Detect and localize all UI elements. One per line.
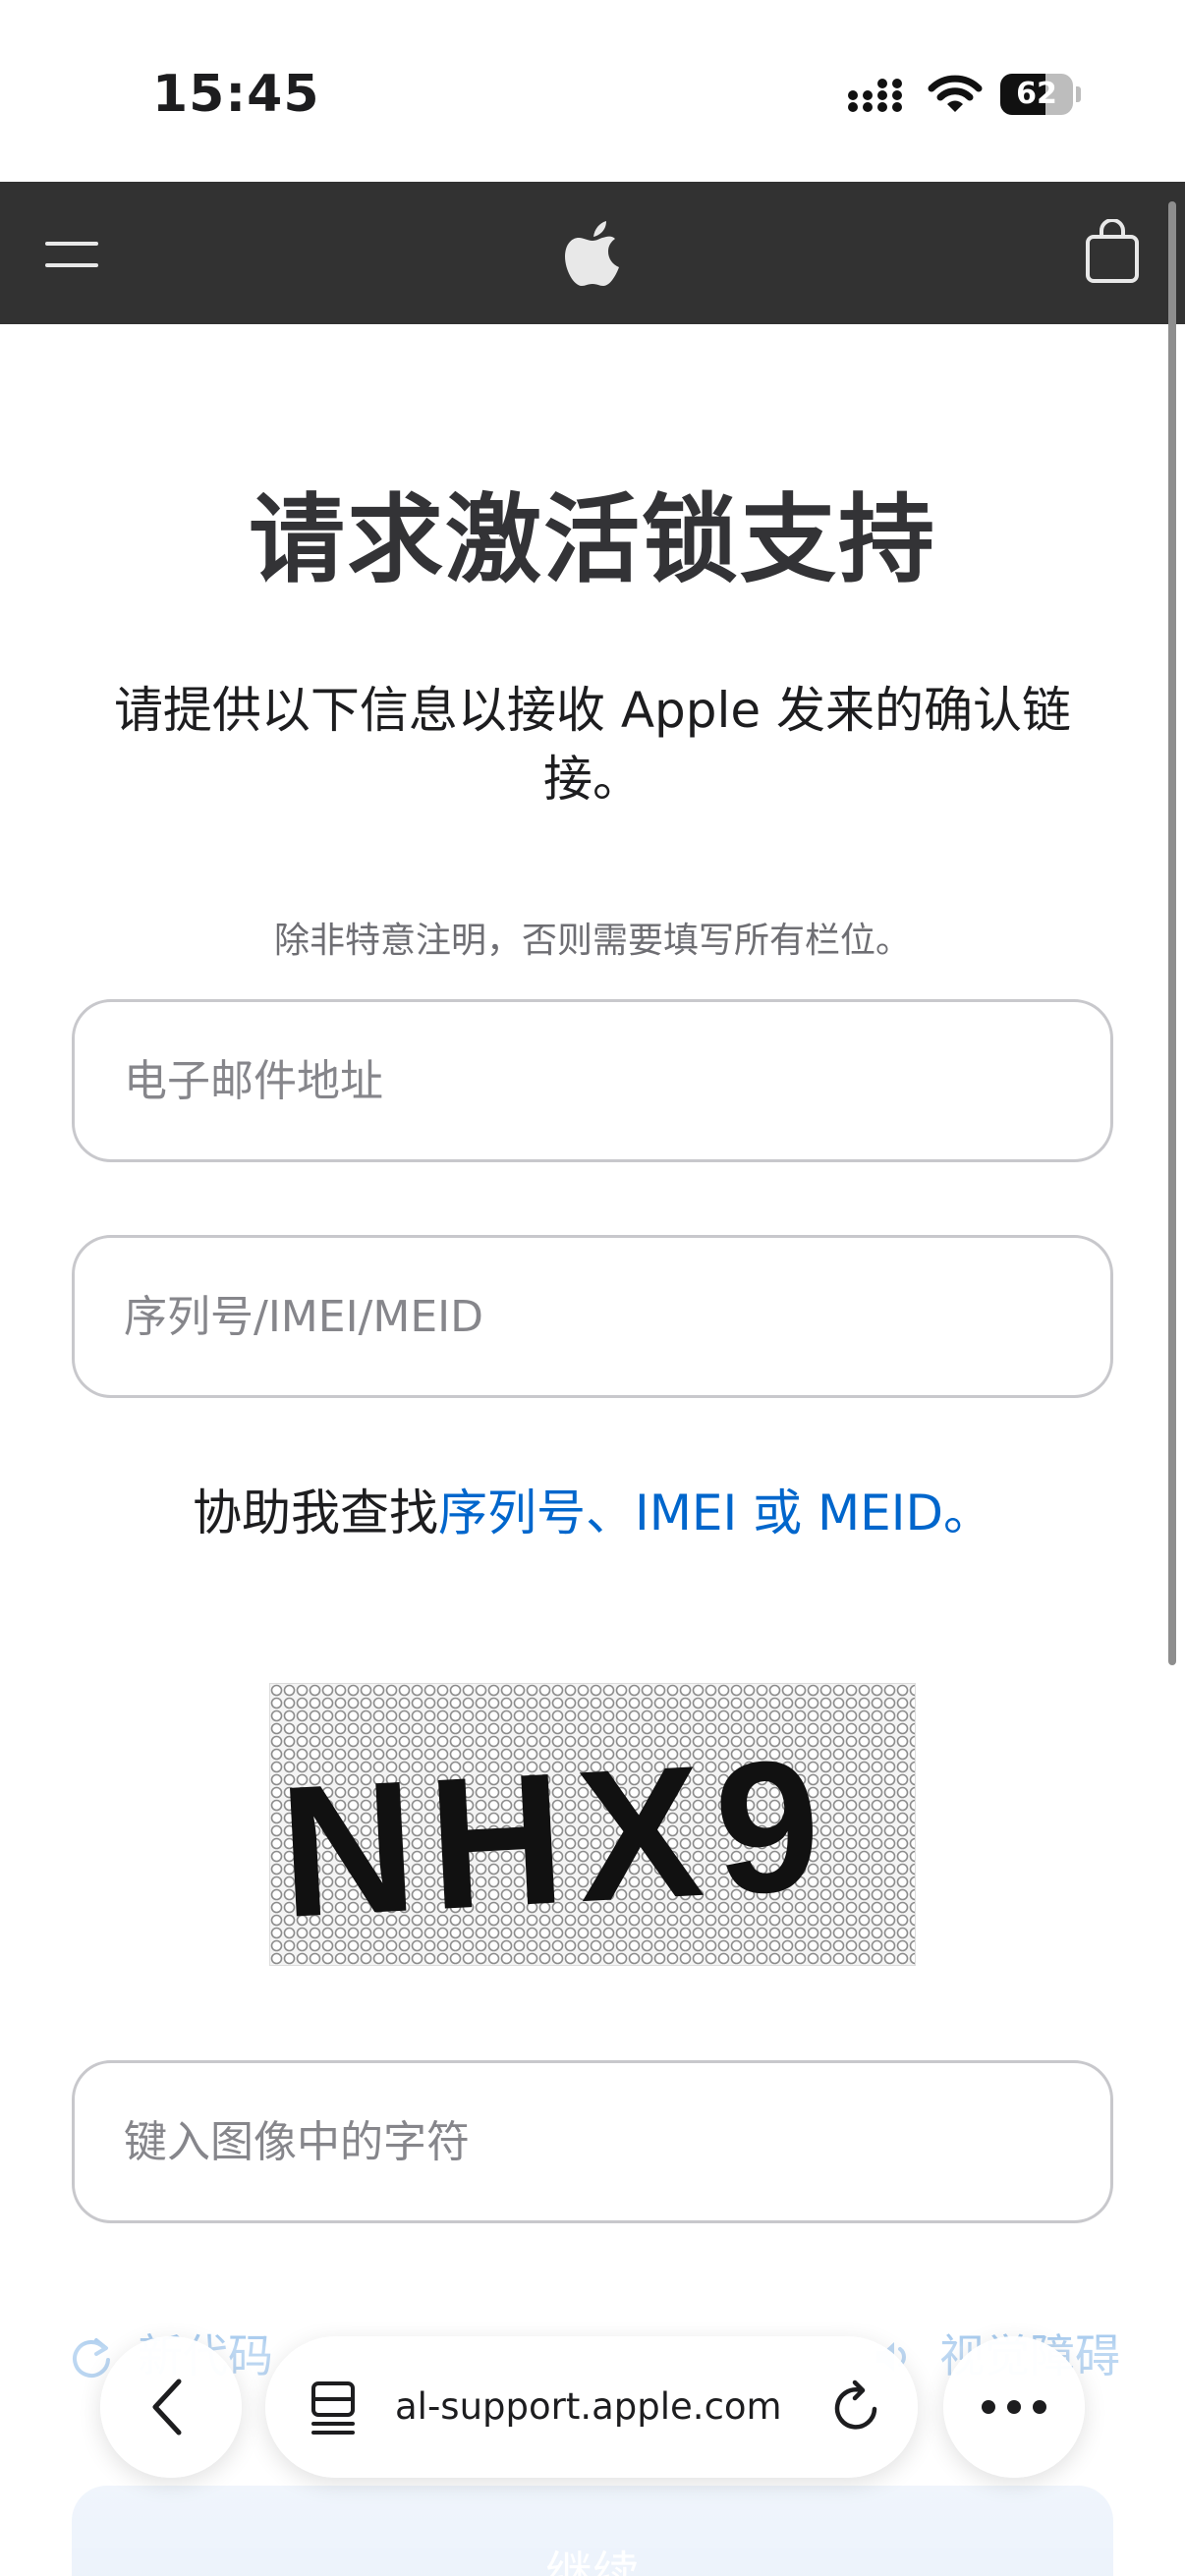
captcha-text: NHX9 — [275, 1720, 838, 1957]
required-note: 除非特意注明，否则需要填写所有栏位。 — [273, 921, 911, 961]
page-intro: 请提供以下信息以接收 Apple 发来的确认链接。 — [113, 682, 1072, 808]
refresh-icon — [73, 2338, 110, 2378]
serial-field[interactable] — [72, 1235, 1113, 1398]
apple-logo-icon[interactable] — [564, 219, 621, 288]
status-time: 15:45 — [152, 65, 320, 124]
captcha-field[interactable] — [72, 2060, 1113, 2223]
reload-icon[interactable] — [829, 2380, 884, 2435]
more-ellipsis-icon — [982, 2400, 1046, 2414]
email-field[interactable] — [72, 999, 1113, 1162]
address-bar[interactable]: al-support.apple.com — [265, 2336, 918, 2478]
email-input[interactable] — [75, 1002, 1110, 1159]
page-title: 请求激活锁支持 — [248, 484, 936, 596]
shopping-bag-icon[interactable] — [1085, 219, 1140, 284]
page-menu-icon[interactable] — [309, 2380, 358, 2436]
battery-icon: 62 — [1000, 74, 1081, 115]
hamburger-icon[interactable] — [45, 236, 98, 269]
chevron-left-icon — [152, 2379, 182, 2436]
battery-level: 62 — [1016, 77, 1057, 111]
captcha-input[interactable] — [75, 2063, 1110, 2220]
continue-button[interactable]: 继续 — [72, 2486, 1113, 2576]
cellular-signal-icon — [848, 79, 902, 112]
wifi-icon — [928, 75, 983, 112]
back-button[interactable] — [100, 2336, 242, 2478]
serial-help-link[interactable]: 序列号、IMEI 或 MEID。 — [438, 1484, 992, 1541]
status-bar: 15:45 62 — [0, 0, 1185, 182]
serial-input[interactable] — [75, 1238, 1110, 1395]
help-prefix: 协助我查找 — [193, 1484, 438, 1541]
help-line: 协助我查找序列号、IMEI 或 MEID。 — [0, 1474, 1185, 1544]
more-button[interactable] — [943, 2336, 1085, 2478]
captcha-image: NHX9 — [269, 1683, 916, 1966]
address-text[interactable]: al-support.apple.com — [395, 2336, 782, 2478]
global-nav — [0, 182, 1185, 324]
